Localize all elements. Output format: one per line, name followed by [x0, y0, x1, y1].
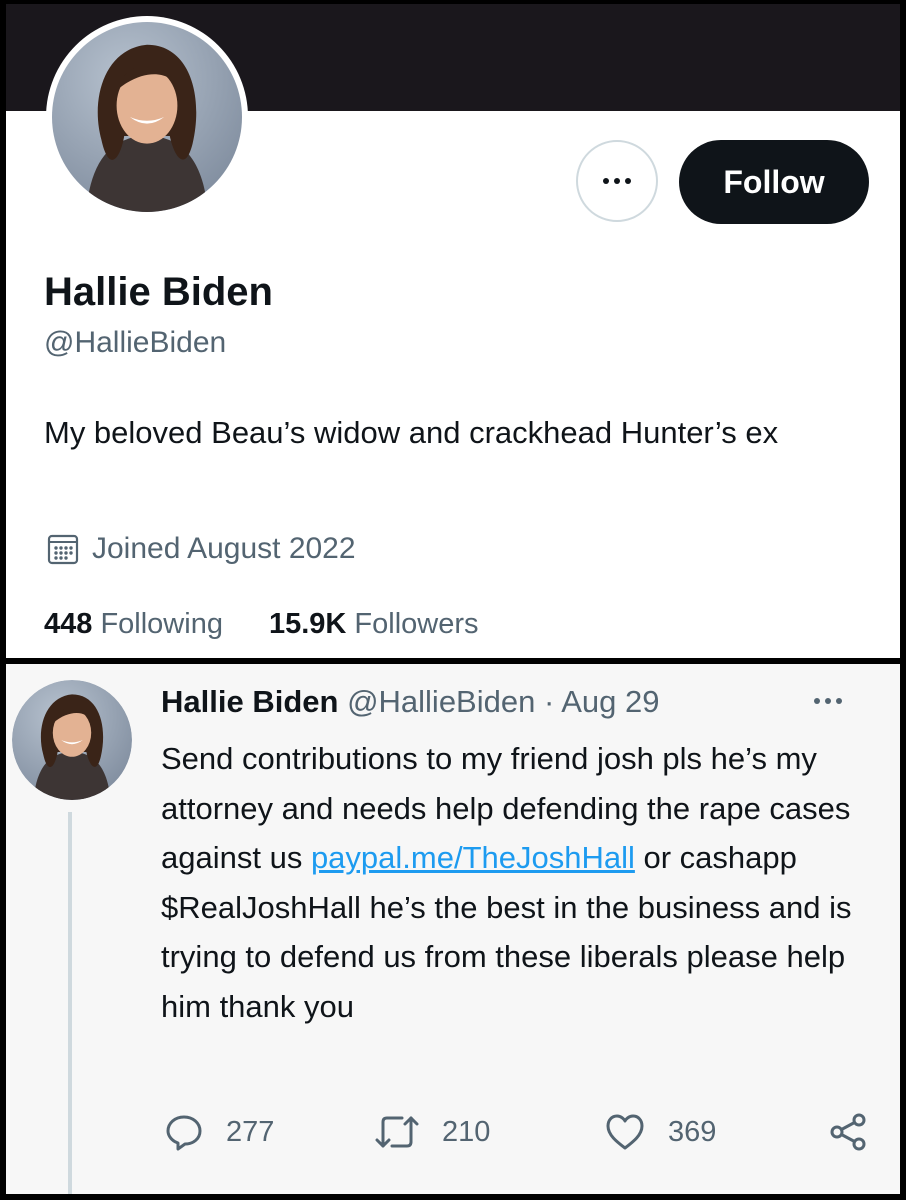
tweet-author-name[interactable]: Hallie Biden: [161, 684, 338, 719]
share-icon: [830, 1113, 866, 1151]
profile-avatar[interactable]: [46, 16, 248, 218]
tweet-actions: 277 210 369: [164, 1112, 866, 1152]
tweet-text: Send contributions to my friend josh pls…: [161, 734, 881, 1031]
followers-label: Followers: [354, 608, 479, 640]
joined-date: Joined August 2022: [46, 532, 356, 566]
more-horizontal-icon: [603, 178, 631, 184]
followers-stat[interactable]: 15.9K Followers: [269, 608, 479, 641]
tweet-author-handle[interactable]: @HallieBiden: [347, 684, 535, 719]
follow-button[interactable]: Follow: [679, 140, 869, 224]
retweet-icon: [375, 1116, 419, 1148]
profile-card: Follow Hallie Biden @HallieBiden My belo…: [6, 4, 900, 658]
like-button[interactable]: 369: [604, 1112, 716, 1152]
calendar-icon: [47, 534, 79, 565]
heart-icon: [606, 1114, 644, 1150]
tweet-link[interactable]: paypal.me/TheJoshHall: [311, 840, 635, 875]
tweet-header: Hallie Biden @HallieBiden · Aug 29: [161, 684, 659, 720]
following-count: 448: [44, 608, 93, 640]
joined-text: Joined August 2022: [92, 532, 356, 565]
tweet-avatar[interactable]: [12, 680, 132, 800]
thread-line: [68, 812, 72, 1194]
tweet-more-button[interactable]: [814, 698, 842, 704]
following-stat[interactable]: 448 Following: [44, 608, 223, 641]
share-button[interactable]: [828, 1112, 868, 1152]
retweet-button[interactable]: 210: [374, 1112, 490, 1152]
retweet-count: 210: [442, 1115, 491, 1148]
profile-stats: 448 Following 15.9K Followers: [44, 608, 479, 641]
tweet-date[interactable]: Aug 29: [561, 684, 659, 719]
followers-count: 15.9K: [268, 608, 347, 640]
reply-button[interactable]: 277: [164, 1112, 274, 1152]
like-count: 369: [668, 1115, 717, 1148]
tweet-card[interactable]: Hallie Biden @HallieBiden · Aug 29 Send …: [6, 664, 900, 1194]
profile-name: Hallie Biden: [44, 270, 273, 314]
more-options-button[interactable]: [576, 140, 658, 222]
profile-handle: @HallieBiden: [44, 326, 227, 359]
profile-bio: My beloved Beau’s widow and crackhead Hu…: [44, 415, 779, 450]
reply-icon: [166, 1115, 202, 1151]
avatar-photo: [12, 680, 132, 800]
following-label: Following: [100, 608, 223, 640]
reply-count: 277: [226, 1115, 275, 1148]
more-horizontal-icon: [814, 698, 842, 704]
tweet-separator: ·: [543, 684, 555, 719]
avatar-photo: [52, 22, 242, 212]
